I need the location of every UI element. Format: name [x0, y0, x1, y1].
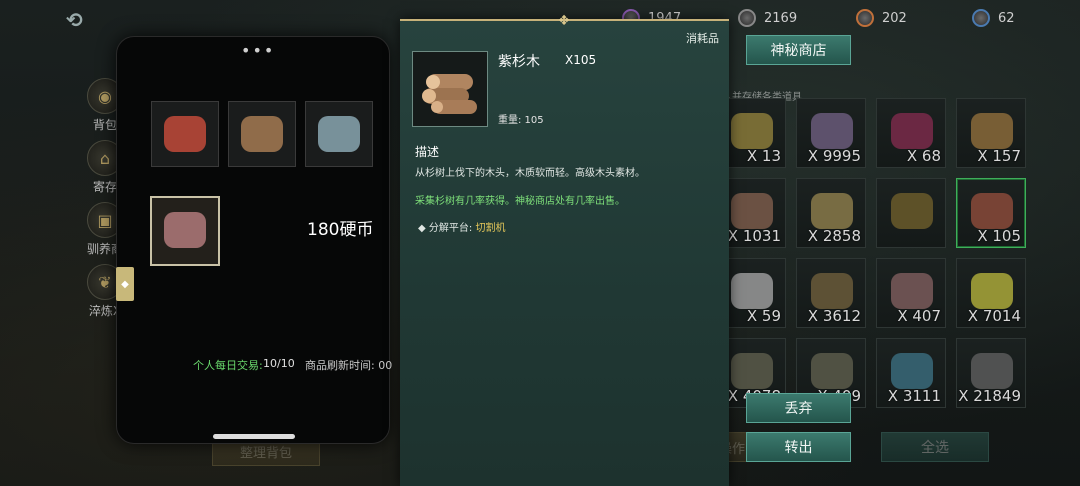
shop-item-red-coral[interactable] — [151, 101, 219, 167]
bag-slot[interactable]: X 7014 — [956, 258, 1026, 328]
currency-orange: 202 — [856, 9, 907, 27]
collapse-tab-icon[interactable]: ◆ — [116, 267, 134, 301]
item-description: 从杉树上伐下的木头，木质软而轻。高级木头素材。 — [415, 168, 645, 179]
item-icon — [811, 113, 853, 149]
select-all-label: 全选 — [921, 440, 949, 456]
decompose-value: 切割机 — [475, 223, 506, 234]
bag-slot[interactable]: X 21849 — [956, 338, 1026, 408]
decompose-label: 分解平台: — [428, 223, 473, 234]
bag-slot[interactable]: X 3111 — [876, 338, 946, 408]
bag-slot[interactable]: X 407 — [876, 258, 946, 328]
slot-quantity: X 2858 — [807, 227, 861, 245]
slot-quantity: X 7014 — [967, 307, 1021, 325]
daily-trade-label: 个人每日交易: — [193, 359, 263, 372]
wood-log-icon — [422, 74, 477, 114]
orange-coin-icon — [856, 9, 874, 27]
item-icon — [731, 113, 773, 149]
mystery-shop-button[interactable]: 神秘商店 — [746, 35, 851, 65]
slot-quantity: X 407 — [897, 307, 941, 325]
bag-slot[interactable]: X 9995 — [796, 98, 866, 168]
slot-quantity: X 21849 — [958, 387, 1021, 405]
shop-item-crystal[interactable] — [305, 101, 373, 167]
slot-quantity: X 68 — [906, 147, 941, 165]
selected-shop-item[interactable] — [150, 196, 220, 266]
home-indicator[interactable] — [213, 434, 295, 439]
bag-slot[interactable]: X 105 — [956, 178, 1026, 248]
slot-quantity: X 59 — [746, 307, 781, 325]
item-type-tag: 消耗品 — [686, 32, 719, 45]
item-weight: 重量: 105 — [498, 115, 544, 126]
currency-value: 2169 — [764, 10, 798, 26]
phone-shop-overlay: ••• 180硬币 个人每日交易: 10/10 商品刷新时间: 00 — [116, 36, 393, 444]
item-name: 紫杉木 — [498, 54, 540, 70]
item-source: 采集杉树有几率获得。神秘商店处有几率出售。 — [415, 196, 625, 207]
bag-slot[interactable]: X 2858 — [796, 178, 866, 248]
item-icon — [971, 353, 1013, 389]
currency-value: 62 — [998, 10, 1015, 26]
slot-quantity: X 13 — [746, 147, 781, 165]
slot-quantity: X 3612 — [807, 307, 861, 325]
sort-bag-label: 整理背包 — [239, 445, 292, 461]
item-icon — [891, 193, 933, 229]
item-icon — [731, 193, 773, 229]
shop-item-wood[interactable] — [228, 101, 296, 167]
item-icon — [891, 273, 933, 309]
coral-icon — [164, 116, 206, 152]
discard-button[interactable]: 丢弃 — [746, 393, 851, 423]
item-icon — [811, 353, 853, 389]
currency-blue: 62 — [972, 9, 1015, 27]
item-icon — [971, 273, 1013, 309]
item-count: X105 — [565, 53, 597, 67]
item-icon-frame — [412, 51, 488, 127]
bag-slot[interactable]: X 68 — [876, 98, 946, 168]
item-icon — [731, 273, 773, 309]
item-icon — [971, 113, 1013, 149]
description-title: 描述 — [415, 145, 440, 159]
blue-orb-icon — [972, 9, 990, 27]
refresh-time-label: 商品刷新时间: 00 — [305, 359, 393, 372]
more-menu-icon[interactable]: ••• — [241, 41, 275, 60]
select-all-button-2[interactable]: 全选 — [881, 432, 989, 462]
slot-quantity: X 105 — [977, 227, 1021, 245]
back-icon[interactable]: ⟲ — [66, 8, 100, 32]
slot-quantity: X 157 — [977, 147, 1021, 165]
side-item-label: 背包 — [92, 118, 117, 132]
decompose-platform: ◆ 分解平台: 切割机 — [418, 219, 505, 234]
item-icon — [891, 113, 933, 149]
slot-quantity: X 3111 — [887, 387, 941, 405]
transfer-out-button[interactable]: 转出 — [746, 432, 851, 462]
bag-slot[interactable]: X 157 — [956, 98, 1026, 168]
slot-quantity: X 1031 — [727, 227, 781, 245]
item-icon — [891, 353, 933, 389]
item-info-panel: ❖ 消耗品 紫杉木 X105 重量: 105 描述 从杉树上伐下的木头，木质软而… — [400, 13, 729, 486]
mystery-shop-label: 神秘商店 — [770, 43, 827, 59]
currency-value: 202 — [882, 10, 907, 26]
item-icon — [811, 193, 853, 229]
currency-silver: 2169 — [738, 9, 797, 27]
slot-quantity: X 9995 — [807, 147, 861, 165]
transfer-out-label: 转出 — [784, 440, 813, 456]
daily-trade-value: 10/10 — [263, 357, 295, 370]
item-icon — [971, 193, 1013, 229]
crystal-ore-icon — [318, 116, 360, 152]
ornament-icon: ❖ — [557, 13, 571, 29]
bullet-icon: ◆ — [418, 223, 426, 234]
wood-log-icon — [241, 116, 283, 152]
bag-slot[interactable]: X 3612 — [796, 258, 866, 328]
side-item-label: 寄存 — [92, 180, 117, 194]
item-icon — [811, 273, 853, 309]
bag-slot[interactable] — [876, 178, 946, 248]
meat-icon — [164, 212, 206, 248]
discard-label: 丢弃 — [784, 401, 813, 417]
silver-coin-icon — [738, 9, 756, 27]
item-price: 180硬币 — [307, 220, 374, 240]
item-icon — [731, 353, 773, 389]
